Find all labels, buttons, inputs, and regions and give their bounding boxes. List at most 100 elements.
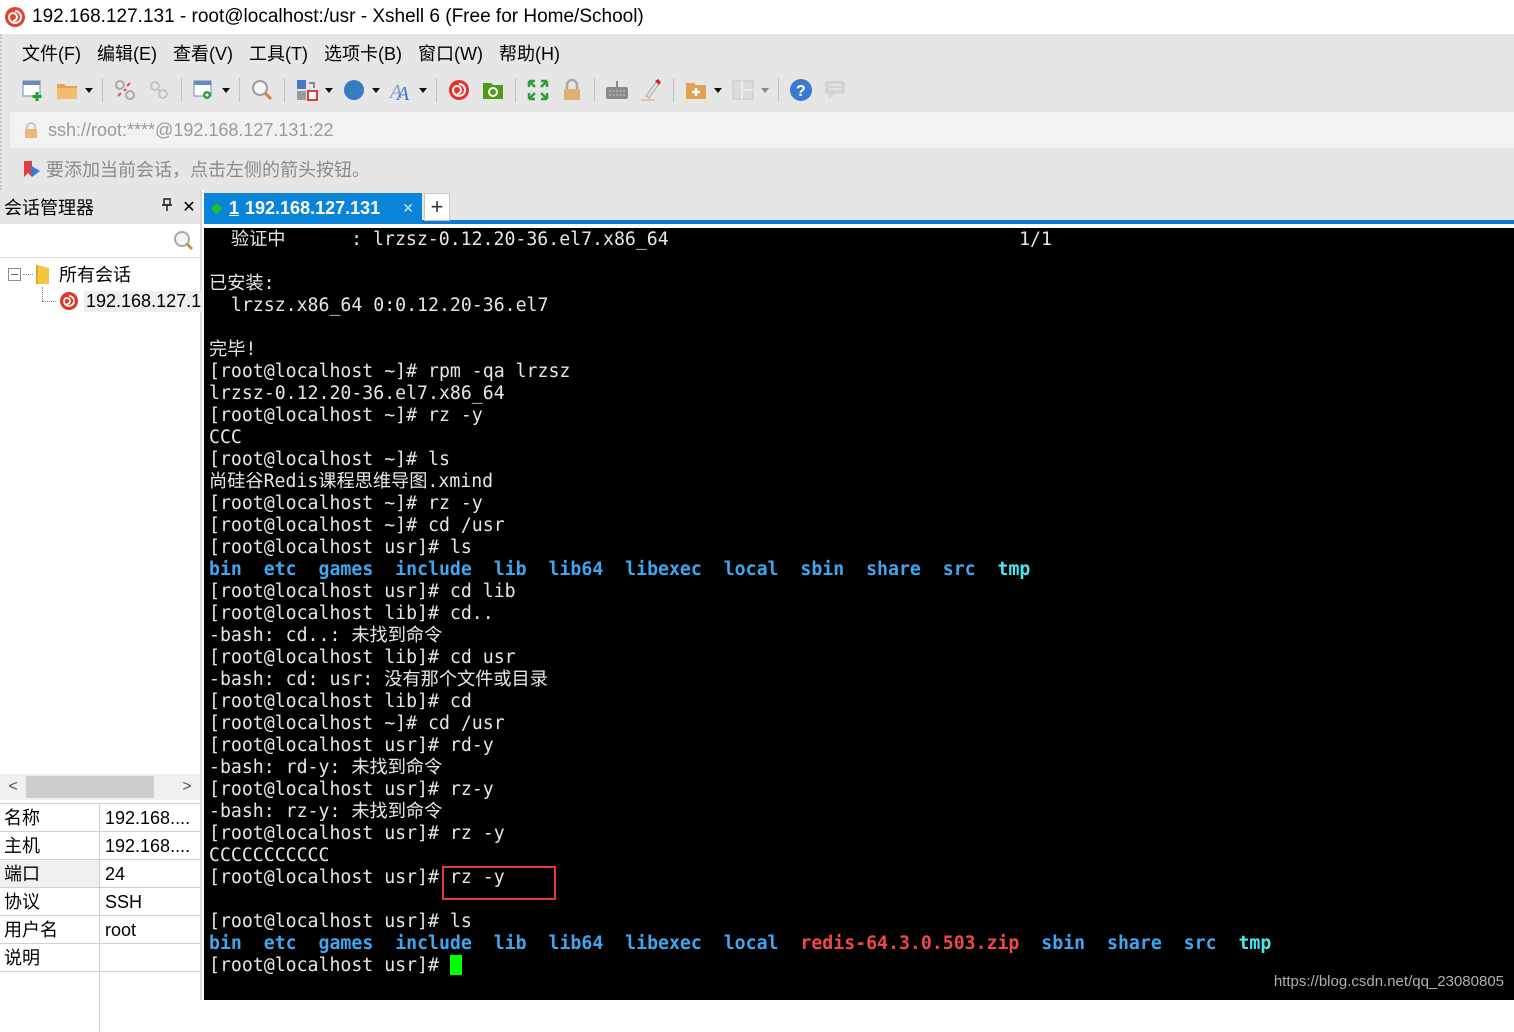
transfer-dropdown-caret[interactable] xyxy=(325,87,333,93)
reconnect-icon[interactable] xyxy=(145,76,173,104)
terminal-line-text: -bash: cd: usr: 没有那个文件或目录 xyxy=(209,669,548,690)
terminal-line: [root@localhost usr]# rz -y xyxy=(209,823,1514,845)
directory-entry: lib xyxy=(493,933,527,954)
terminal-line-text: [root@localhost lib]# cd.. xyxy=(209,603,494,624)
terminal-line-text: [root@localhost usr]# ls xyxy=(209,911,472,932)
globe-icon[interactable] xyxy=(340,76,368,104)
terminal-line: CCCCCCCCCCC xyxy=(209,845,1514,867)
disconnect-icon[interactable] xyxy=(111,76,139,104)
terminal-line: 已安装: xyxy=(209,273,1514,295)
open-folder-icon[interactable] xyxy=(53,76,81,104)
terminal-line-text: [root@localhost ~]# ls xyxy=(209,449,450,470)
terminal-line: 完毕! xyxy=(209,339,1514,361)
prop-row-port: 端口 24 xyxy=(0,860,200,888)
scroll-left-icon[interactable]: < xyxy=(0,778,26,796)
find-icon[interactable] xyxy=(248,76,276,104)
add-session-arrow-icon[interactable] xyxy=(22,159,42,179)
horizontal-scrollbar[interactable]: < > xyxy=(0,774,200,800)
toolbar-separator xyxy=(102,78,103,102)
new-folder-icon[interactable] xyxy=(682,76,710,104)
directory-entry: bin xyxy=(209,559,242,580)
new-session-icon[interactable] xyxy=(19,76,47,104)
highlight-icon[interactable] xyxy=(637,76,665,104)
terminal-line-text: [root@localhost usr]# ls xyxy=(209,537,472,558)
transfer-icon[interactable] xyxy=(293,76,321,104)
terminal-line: [root@localhost usr]# ls xyxy=(209,537,1514,559)
terminal-output: 验证中 : lrzsz-0.12.20-36.el7.x86_64 1/1 已安装… xyxy=(209,229,1514,977)
address-bar[interactable]: ssh://root:****@192.168.127.131:22 xyxy=(10,112,1514,148)
menu-view[interactable]: 查看(V) xyxy=(165,40,241,66)
session-search-input[interactable] xyxy=(0,224,200,257)
menu-edit[interactable]: 编辑(E) xyxy=(89,40,165,66)
layout-dropdown-caret[interactable] xyxy=(761,87,769,93)
prop-row-name: 名称 192.168.... xyxy=(0,804,200,832)
tree-connector xyxy=(23,273,33,275)
search-icon[interactable] xyxy=(172,229,196,253)
menu-bar: 文件(F) 编辑(E) 查看(V) 工具(T) 选项卡(B) 窗口(W) 帮助(… xyxy=(14,40,568,66)
directory-entry: include xyxy=(395,559,472,580)
properties-dropdown-caret[interactable] xyxy=(222,87,230,93)
terminal-ls-listing: bin etc games include lib lib64 libexec … xyxy=(209,559,1514,581)
directory-entry: src xyxy=(1183,933,1217,954)
terminal-line: [root@localhost lib]# cd.. xyxy=(209,603,1514,625)
toolbar-separator xyxy=(673,78,674,102)
scroll-right-icon[interactable]: > xyxy=(174,778,200,796)
tree-node-all-sessions[interactable]: 所有会话 xyxy=(8,261,131,287)
app-chrome: 文件(F) 编辑(E) 查看(V) 工具(T) 选项卡(B) 窗口(W) 帮助(… xyxy=(0,34,1514,190)
file-entry: redis-64.3.0.503.zip xyxy=(800,933,1020,954)
terminal[interactable]: 验证中 : lrzsz-0.12.20-36.el7.x86_64 1/1 已安装… xyxy=(204,228,1514,1000)
menu-help[interactable]: 帮助(H) xyxy=(491,40,568,66)
tab-session-1[interactable]: 1 192.168.127.131 ✕ xyxy=(204,193,422,224)
terminal-line-text: [root@localhost lib]# cd xyxy=(209,691,472,712)
prop-key: 名称 xyxy=(0,804,100,831)
prop-value: 192.168.... xyxy=(105,808,191,828)
chat-icon[interactable] xyxy=(821,76,849,104)
terminal-line-text: [root@localhost ~]# cd /usr xyxy=(209,515,505,536)
menu-tools[interactable]: 工具(T) xyxy=(241,40,316,66)
layout-icon[interactable] xyxy=(729,76,757,104)
xftp-icon[interactable] xyxy=(479,76,507,104)
properties-icon[interactable] xyxy=(190,76,218,104)
directory-entry: lib xyxy=(493,559,527,580)
terminal-line: [root@localhost ~]# ls xyxy=(209,449,1514,471)
new-folder-dropdown-caret[interactable] xyxy=(714,87,722,93)
pin-icon[interactable] xyxy=(156,197,178,217)
close-tab-icon[interactable]: ✕ xyxy=(402,200,414,217)
directory-entry: bin xyxy=(209,933,242,954)
menu-file[interactable]: 文件(F) xyxy=(14,40,89,66)
terminal-line-text: [root@localhost lib]# cd usr xyxy=(209,647,516,668)
collapse-toggle[interactable] xyxy=(8,267,21,281)
connected-status-icon xyxy=(212,204,221,213)
terminal-line-text: -bash: rz-y: 未找到命令 xyxy=(209,801,443,822)
keyboard-icon[interactable] xyxy=(603,76,631,104)
menu-tab[interactable]: 选项卡(B) xyxy=(316,40,410,66)
close-icon[interactable]: ✕ xyxy=(178,197,200,217)
terminal-line-text: [root@localhost ~]# rpm -qa lrzsz xyxy=(209,361,571,382)
prop-key: 用户名 xyxy=(0,916,100,943)
toolbar-separator xyxy=(181,78,182,102)
tree-node-session[interactable]: 192.168.127.1 xyxy=(58,288,204,314)
svg-text:A: A xyxy=(395,83,410,102)
scroll-thumb[interactable] xyxy=(26,776,154,798)
terminal-line: [root@localhost lib]# cd usr xyxy=(209,647,1514,669)
font-dropdown-caret[interactable] xyxy=(419,87,427,93)
hint-text: 要添加当前会话，点击左侧的箭头按钮。 xyxy=(46,160,370,180)
globe-dropdown-caret[interactable] xyxy=(372,87,380,93)
new-tab-button[interactable]: + xyxy=(424,193,450,221)
prop-key: 端口 xyxy=(0,860,100,887)
xshell-logo-icon[interactable] xyxy=(445,76,473,104)
help-icon[interactable]: ? xyxy=(787,76,815,104)
prop-row-protocol: 协议 SSH xyxy=(0,888,200,916)
menu-window[interactable]: 窗口(W) xyxy=(410,40,491,66)
directory-entry: etc xyxy=(263,933,297,954)
terminal-line-text: lrzsz-0.12.20-36.el7.x86_64 xyxy=(209,383,505,404)
font-icon[interactable]: AA xyxy=(387,76,415,104)
open-dropdown-caret[interactable] xyxy=(85,87,93,93)
session-label: 192.168.127.1 xyxy=(84,290,204,312)
terminal-line-text: 完毕! xyxy=(209,339,257,360)
fullscreen-icon[interactable] xyxy=(524,76,552,104)
lock-icon[interactable] xyxy=(558,76,586,104)
prop-row-empty xyxy=(0,972,200,1032)
directory-entry: games xyxy=(318,933,374,954)
